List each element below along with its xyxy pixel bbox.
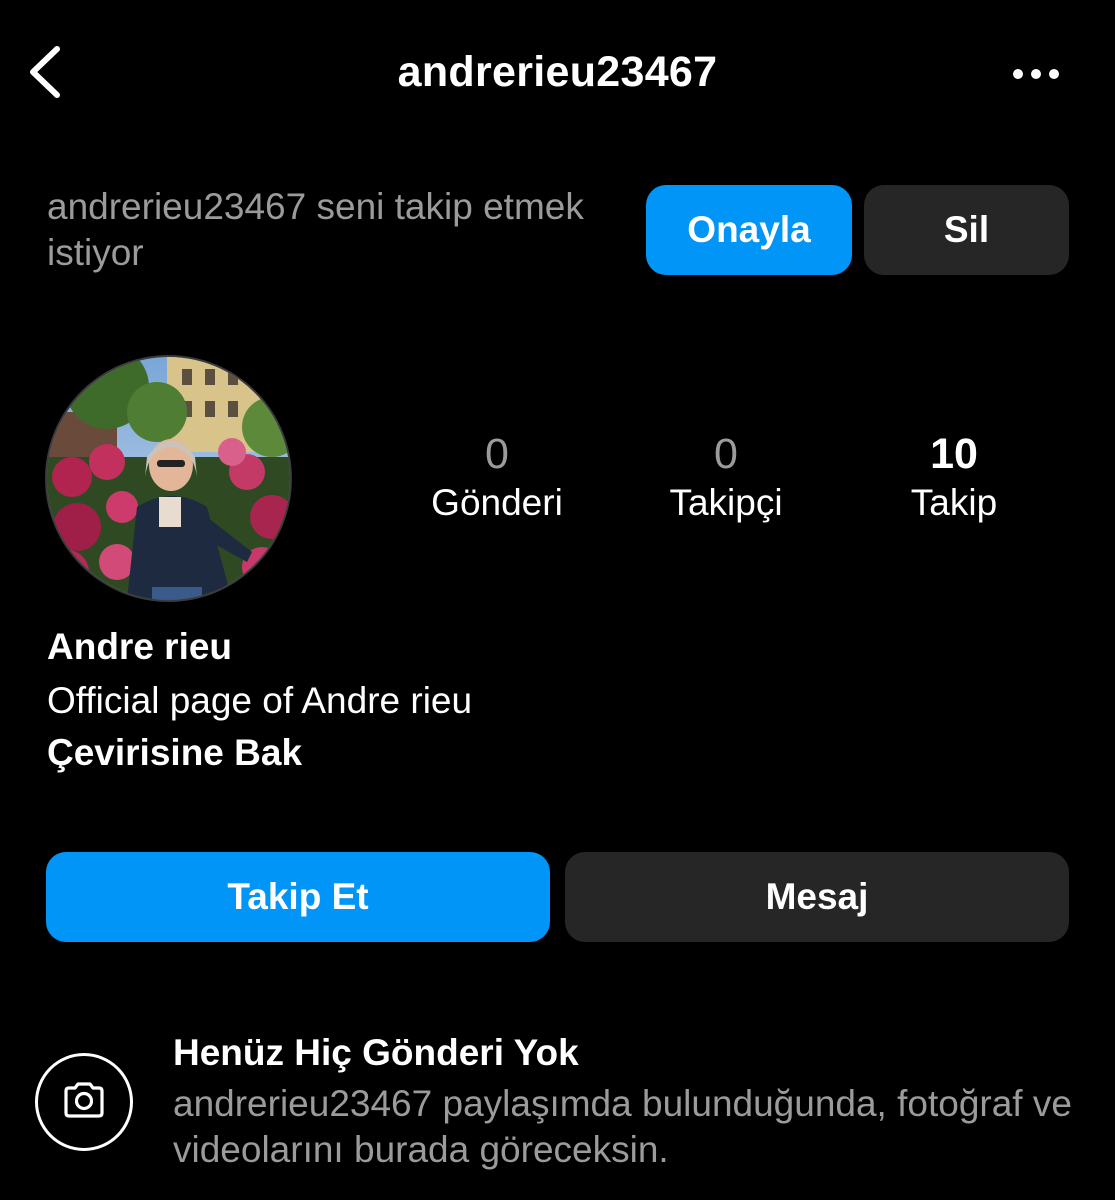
- more-options-button[interactable]: [1008, 54, 1064, 98]
- profile-bio: Official page of Andre rieu: [47, 680, 473, 721]
- empty-state-title: Henüz Hiç Gönderi Yok: [173, 1032, 579, 1073]
- following-label: Takip: [910, 482, 998, 523]
- camera-icon-circle: [35, 1053, 133, 1151]
- posts-label: Gönderi: [431, 482, 563, 523]
- stat-followers[interactable]: 0 Takipçi: [616, 428, 836, 526]
- camera-icon: [62, 1081, 106, 1124]
- following-count: 10: [930, 430, 978, 478]
- follow-request-text: andrerieu23467 seni takip etmek istiyor: [47, 186, 584, 273]
- empty-state-description: andrerieu23467 paylaşımda bulunduğunda, …: [173, 1083, 1072, 1170]
- profile-name: Andre rieu: [47, 626, 233, 667]
- message-button[interactable]: Mesaj: [565, 852, 1069, 942]
- followers-label: Takipçi: [669, 482, 783, 523]
- page-title: andrerieu23467: [397, 48, 718, 96]
- stat-following[interactable]: 10 Takip: [844, 428, 1064, 526]
- posts-count: 0: [485, 430, 509, 478]
- more-horizontal-icon: [1012, 67, 1060, 85]
- see-translation-link[interactable]: Çevirisine Bak: [47, 732, 302, 774]
- followers-count: 0: [714, 430, 738, 478]
- profile-photo: [47, 357, 290, 600]
- avatar[interactable]: [47, 357, 290, 600]
- follow-button[interactable]: Takip Et: [46, 852, 550, 942]
- stat-posts[interactable]: 0 Gönderi: [387, 428, 607, 526]
- delete-request-button[interactable]: Sil: [864, 185, 1069, 275]
- approve-button[interactable]: Onayla: [646, 185, 852, 275]
